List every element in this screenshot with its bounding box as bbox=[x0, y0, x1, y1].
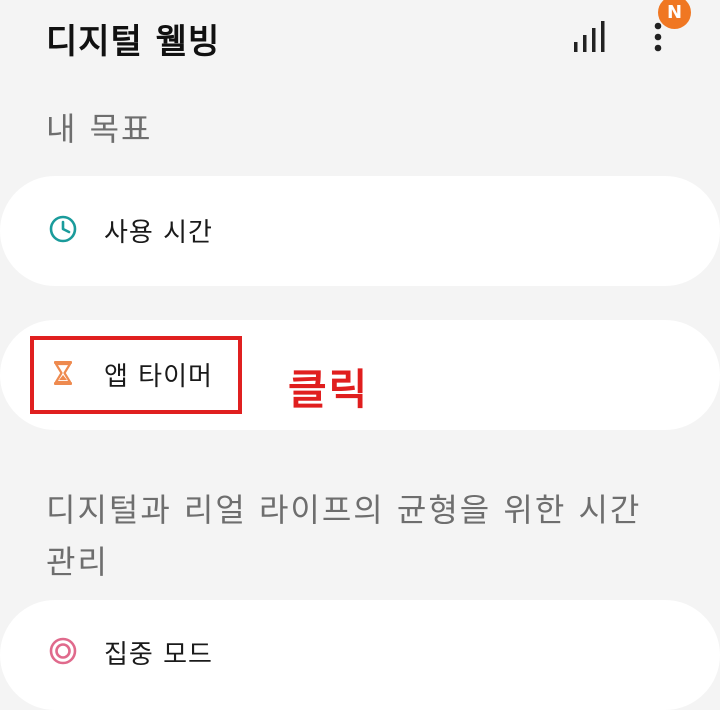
screen-time-card[interactable]: 사용 시간 bbox=[0, 176, 720, 286]
focus-mode-label: 집중 모드 bbox=[104, 640, 213, 670]
click-annotation: 클릭 bbox=[288, 365, 370, 414]
clock-icon bbox=[49, 215, 77, 243]
screen-time-label: 사용 시간 bbox=[104, 218, 213, 248]
statistics-button[interactable] bbox=[568, 18, 612, 58]
page-title: 디지털 웰빙 bbox=[46, 22, 221, 62]
balance-heading: 디지털과 리얼 라이프의 균형을 위한 시간 관리 bbox=[46, 491, 642, 581]
notification-badge: N bbox=[658, 0, 691, 29]
highlight-box bbox=[30, 336, 242, 414]
my-goals-heading: 내 목표 bbox=[46, 110, 153, 148]
focus-mode-card[interactable]: 집중 모드 bbox=[0, 600, 720, 710]
focus-target-icon bbox=[49, 637, 77, 665]
bar-chart-icon bbox=[574, 21, 605, 52]
app-header: 디지털 웰빙 N bbox=[0, 0, 720, 86]
